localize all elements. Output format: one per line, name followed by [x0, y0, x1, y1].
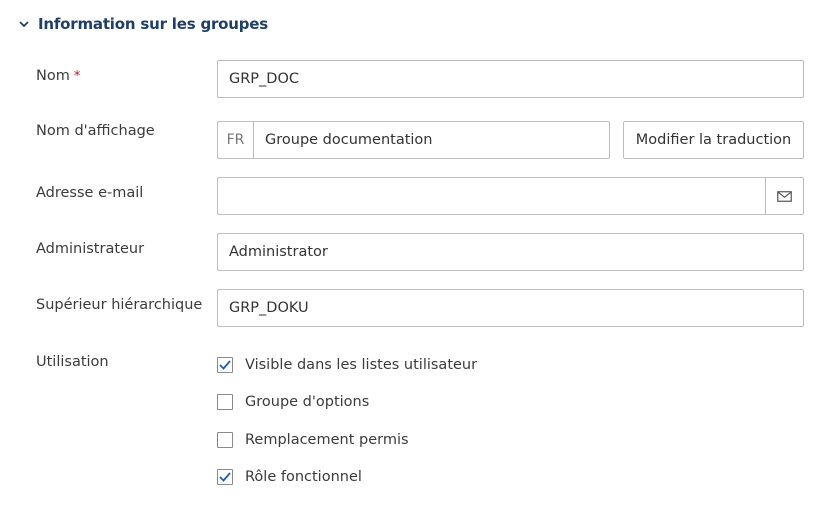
option-group-checkbox[interactable]	[217, 394, 233, 410]
checkmark-icon	[219, 360, 231, 370]
name-input[interactable]: GRP_DOC	[217, 60, 804, 98]
checkbox-row-functional-role[interactable]: Rôle fonctionnel	[217, 467, 362, 487]
email-input[interactable]	[218, 178, 765, 214]
checkmark-icon	[219, 472, 231, 482]
edit-translation-button[interactable]: Modifier la traduction	[623, 121, 804, 159]
supervisor-value: GRP_DOKU	[229, 300, 309, 316]
name-input-value: GRP_DOC	[229, 71, 300, 87]
language-prefix: FR	[218, 122, 254, 158]
checkbox-row-visible-in-lists[interactable]: Visible dans les listes utilisateur	[217, 355, 477, 375]
visible-in-lists-checkbox[interactable]	[217, 357, 233, 373]
checkbox-label: Groupe d'options	[245, 394, 370, 410]
display-name-value: Groupe documentation	[265, 132, 433, 148]
supervisor-input[interactable]: GRP_DOKU	[217, 289, 804, 327]
mail-button[interactable]	[765, 178, 803, 214]
chevron-down-icon	[18, 18, 30, 30]
usage-label: Utilisation	[36, 354, 109, 370]
administrator-label: Administrateur	[36, 241, 145, 257]
checkbox-label: Visible dans les listes utilisateur	[245, 357, 478, 373]
mail-icon	[777, 190, 792, 202]
substitution-allowed-checkbox[interactable]	[217, 432, 233, 448]
name-label-text: Nom	[36, 68, 70, 84]
display-name-input[interactable]: FR Groupe documentation	[217, 121, 610, 159]
email-field	[217, 177, 804, 215]
required-marker: *	[73, 69, 81, 84]
supervisor-label: Supérieur hiérarchique	[36, 297, 203, 313]
functional-role-checkbox[interactable]	[217, 469, 233, 485]
administrator-value: Administrator	[229, 244, 328, 260]
section-toggle[interactable]: Information sur les groupes	[18, 12, 268, 36]
section-title: Information sur les groupes	[38, 15, 269, 33]
checkbox-row-substitution-allowed[interactable]: Remplacement permis	[217, 430, 409, 450]
name-label: Nom *	[36, 68, 80, 84]
checkbox-label: Rôle fonctionnel	[245, 469, 362, 485]
checkbox-row-option-group[interactable]: Groupe d'options	[217, 392, 369, 412]
checkbox-label: Remplacement permis	[245, 432, 409, 448]
administrator-input[interactable]: Administrator	[217, 233, 804, 271]
display-name-label: Nom d'affichage	[36, 123, 155, 139]
email-label: Adresse e-mail	[36, 185, 144, 201]
